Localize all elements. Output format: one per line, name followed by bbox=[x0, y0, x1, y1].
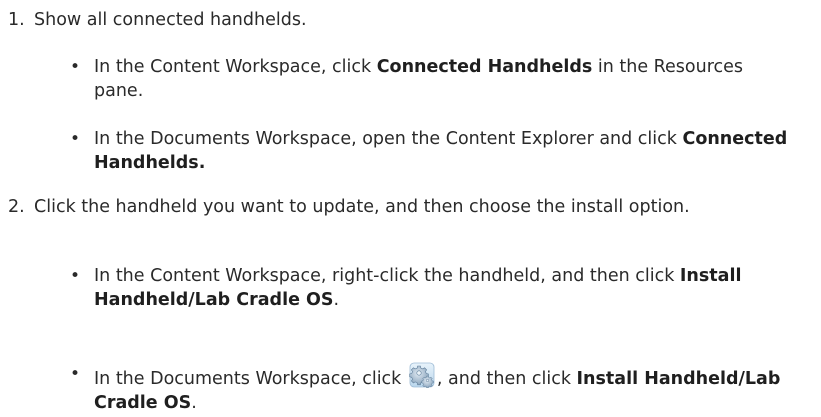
bullet-text-mid: , and then click bbox=[436, 369, 577, 389]
bullet-dot: • bbox=[70, 364, 81, 384]
bullet-text-pre: In the Documents Workspace, click bbox=[94, 369, 407, 389]
bullet-text-post: . bbox=[333, 290, 340, 310]
bullet-dot: • bbox=[70, 129, 81, 149]
instruction-document: 1. Show all connected handhelds. • In th… bbox=[0, 0, 821, 417]
bullet-dot: • bbox=[70, 57, 81, 77]
bullet-text-post: . bbox=[191, 393, 197, 413]
step-text: Show all connected handhelds. bbox=[34, 10, 307, 30]
bullet-bold-term: Connected Handhelds bbox=[376, 57, 593, 77]
bullet-dot: • bbox=[70, 266, 81, 286]
bullet-text: In the Documents Workspace, open the Con… bbox=[94, 127, 794, 175]
bullet-text-pre: In the Content Workspace, right-click th… bbox=[94, 266, 680, 286]
bullet-text: In the Documents Workspace, click , and … bbox=[94, 362, 794, 415]
bullet-text: In the Content Workspace, right-click th… bbox=[94, 264, 794, 312]
step-number: 2. bbox=[8, 197, 25, 217]
bullet-text: In the Content Workspace, click Connecte… bbox=[94, 55, 794, 103]
bullet-text-pre: In the Content Workspace, click bbox=[94, 57, 377, 77]
gear-settings-icon bbox=[409, 362, 435, 389]
step-number: 1. bbox=[8, 10, 25, 30]
bullet-text-pre: In the Documents Workspace, open the Con… bbox=[94, 129, 683, 149]
step-text: Click the handheld you want to update, a… bbox=[34, 197, 690, 217]
